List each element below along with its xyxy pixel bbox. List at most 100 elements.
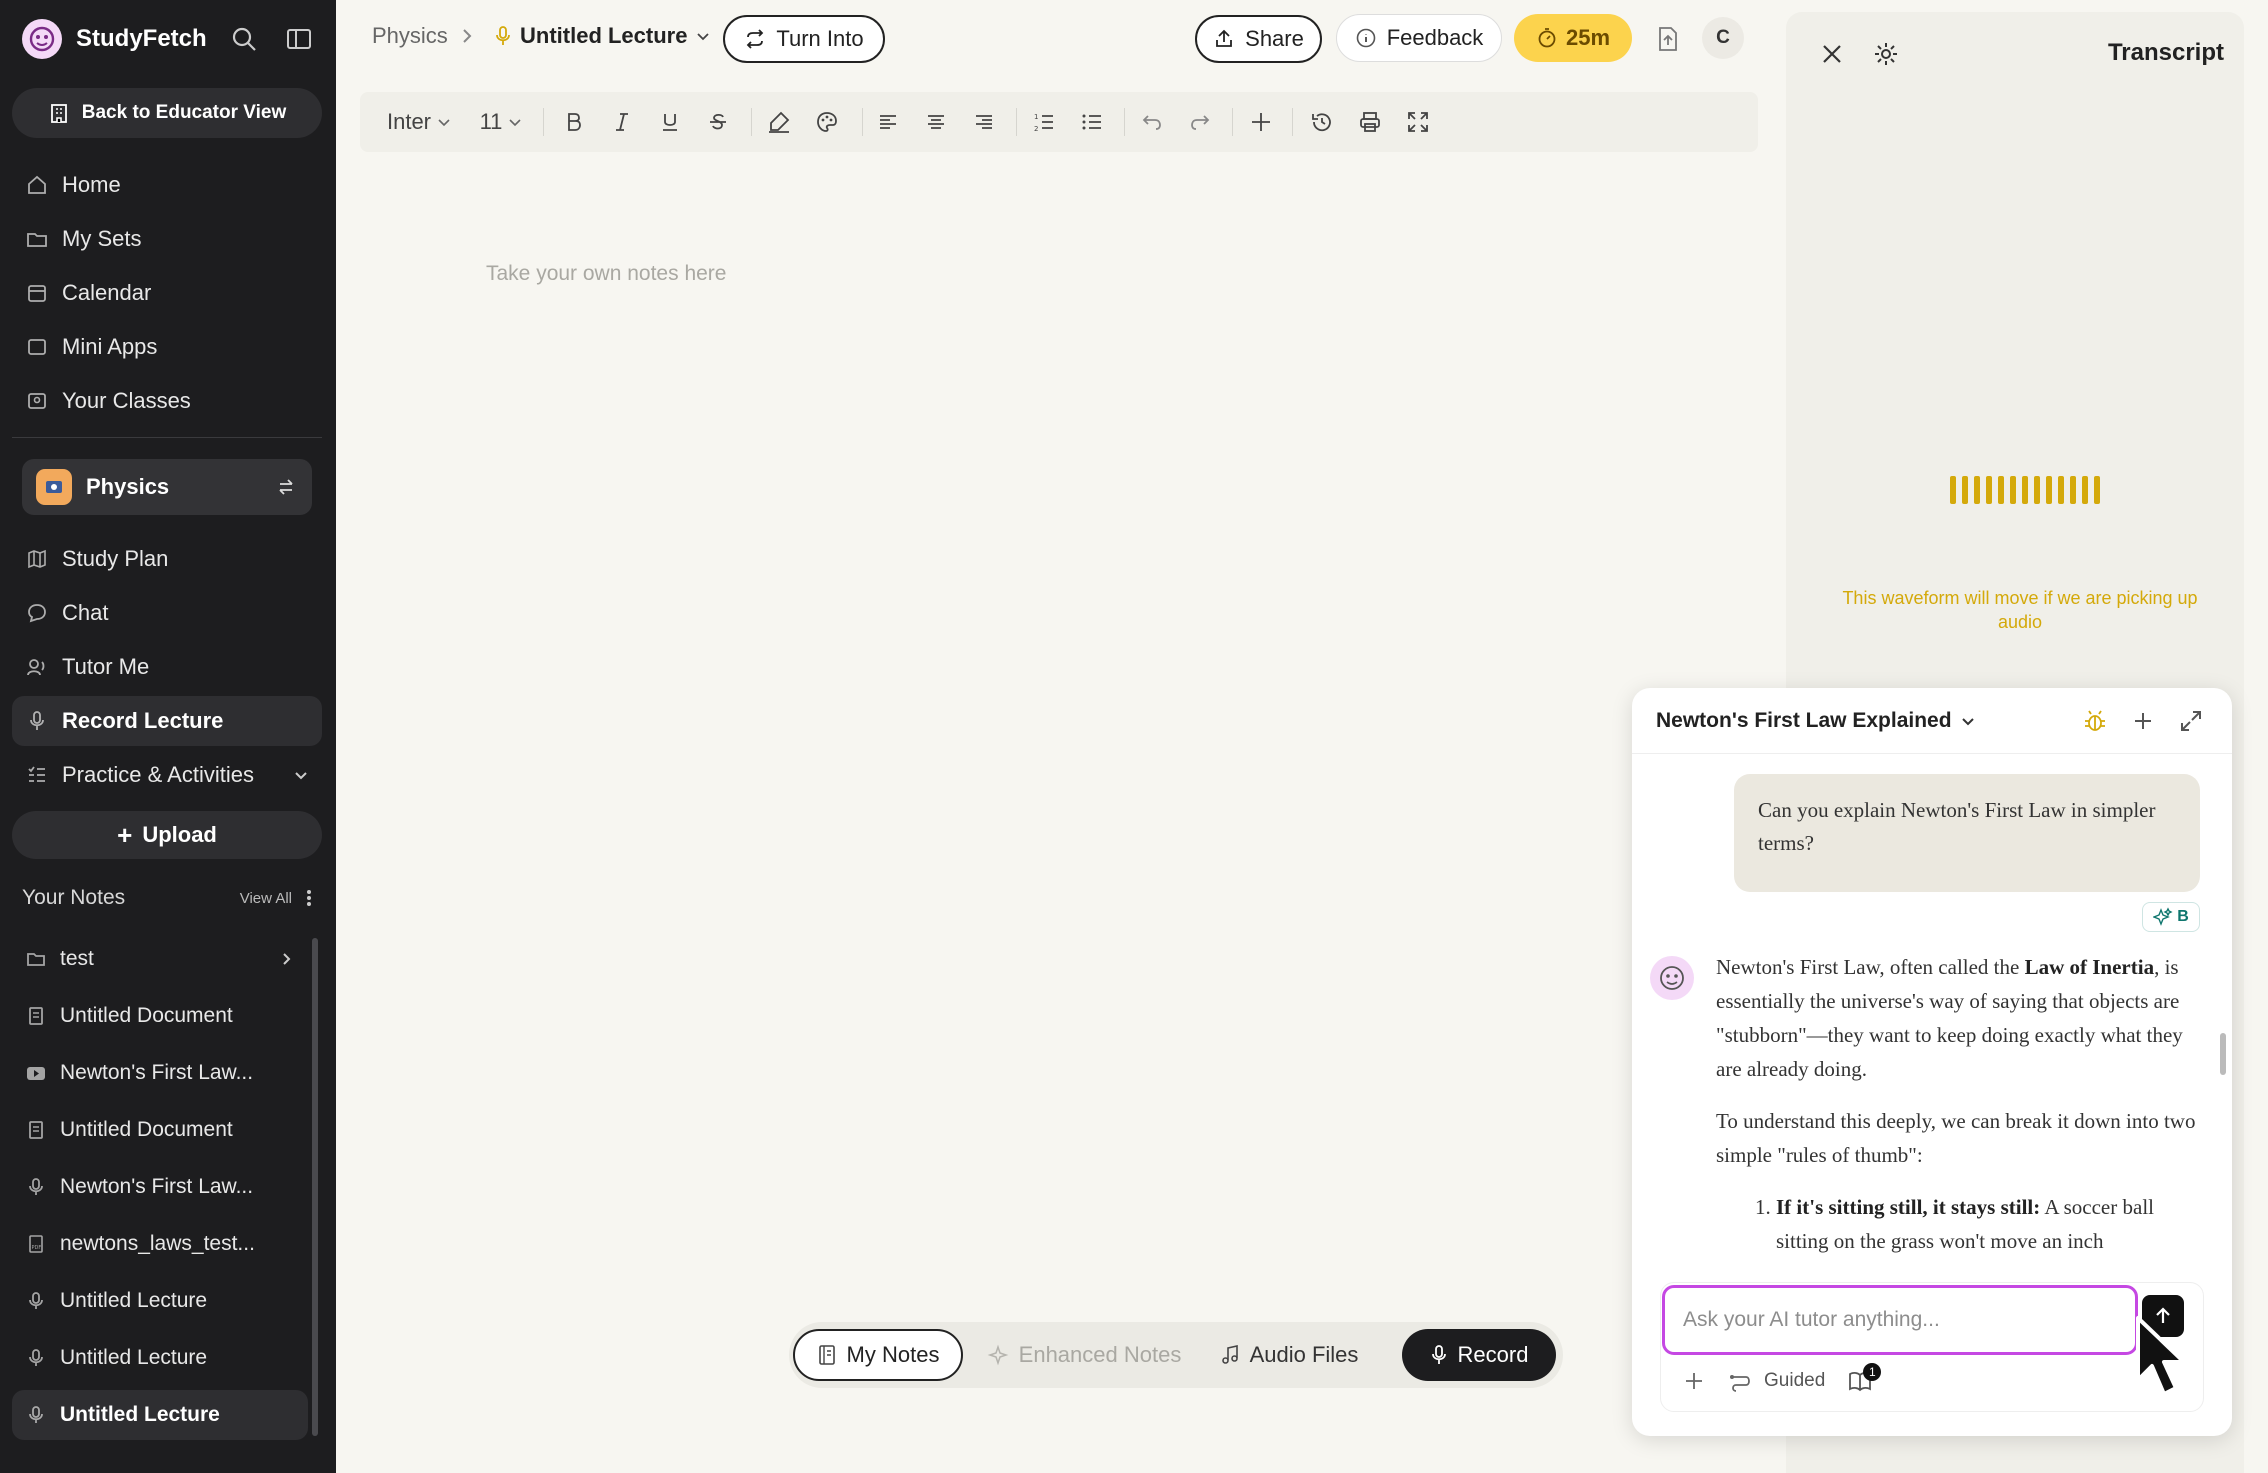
sidebar: StudyFetch Back to Educator View Home My… <box>0 0 336 1473</box>
tab-enhanced-notes-label: Enhanced Notes <box>1018 1342 1182 1367</box>
export-file-icon[interactable] <box>1654 25 1682 53</box>
note-item[interactable]: test <box>12 934 308 984</box>
nav-study-plan-label: Study Plan <box>62 546 169 571</box>
nav-your-classes[interactable]: Your Classes <box>12 376 322 426</box>
more-vertical-icon[interactable] <box>306 888 312 908</box>
nav-study-plan[interactable]: Study Plan <box>12 534 322 584</box>
repeat-icon <box>747 29 764 49</box>
sparkles-icon <box>987 1344 1009 1366</box>
close-icon[interactable] <box>1818 40 1846 68</box>
record-button[interactable]: Record <box>1402 1329 1556 1381</box>
turn-into-button[interactable]: Turn Into <box>723 15 885 63</box>
insert-plus-icon[interactable] <box>1246 107 1276 137</box>
notes-scrollbar-thumb[interactable] <box>312 938 318 1436</box>
chevron-down-icon <box>1961 717 1974 725</box>
feedback-button[interactable]: Feedback <box>1336 14 1502 62</box>
microphone-icon <box>29 1349 43 1366</box>
ai-paragraph: Newton's First Law, often called the Law… <box>1716 955 2183 1081</box>
attach-plus-icon[interactable] <box>1682 1369 1706 1393</box>
stopwatch-icon <box>1538 28 1556 48</box>
microphone-icon <box>29 1406 43 1423</box>
record-label: Record <box>1457 1342 1529 1367</box>
notes-mode-tabs: My Notes Enhanced Notes Audio Files Reco… <box>789 1322 1563 1388</box>
align-center-icon[interactable] <box>921 107 951 137</box>
waveform-note: This waveform will move if we are pickin… <box>1842 588 2198 632</box>
chevron-down-icon <box>697 33 710 41</box>
nav-home[interactable]: Home <box>12 160 322 210</box>
user-avatar[interactable]: C <box>1702 17 1744 59</box>
nav-my-sets[interactable]: My Sets <box>12 214 322 264</box>
history-icon[interactable] <box>1307 107 1337 137</box>
chevron-down-icon <box>509 119 521 127</box>
brand[interactable]: StudyFetch <box>22 19 207 59</box>
nav-calendar[interactable]: Calendar <box>12 268 322 318</box>
nav-chat-label: Chat <box>62 600 109 625</box>
back-to-educator-button[interactable]: Back to Educator View <box>12 88 322 138</box>
ai-tutor-input[interactable] <box>1662 1285 2138 1355</box>
timer-button[interactable]: 25m <box>1514 14 1632 62</box>
notes-context-button[interactable]: 1 <box>1847 1363 1882 1393</box>
route-icon <box>1730 1375 1750 1392</box>
tab-audio-files[interactable]: Audio Files <box>1203 1329 1375 1381</box>
nav-practice-activities[interactable]: Practice & Activities <box>12 750 322 800</box>
tab-my-notes[interactable]: My Notes <box>793 1329 963 1381</box>
expand-icon[interactable] <box>2178 708 2204 734</box>
font-family-select[interactable]: Inter <box>382 107 456 137</box>
microphone-icon <box>29 1178 43 1195</box>
palette-icon[interactable] <box>812 107 842 137</box>
breadcrumb-class[interactable]: Physics <box>372 23 448 49</box>
share-button[interactable]: Share <box>1195 15 1322 63</box>
brand-name: StudyFetch <box>76 25 207 52</box>
note-item[interactable]: Newton's First Law... <box>12 1162 308 1212</box>
lecture-title-dropdown[interactable]: Untitled Lecture <box>494 23 711 49</box>
tab-enhanced-notes[interactable]: Enhanced Notes <box>979 1329 1189 1381</box>
chat-scrollbar-thumb[interactable] <box>2220 1033 2226 1075</box>
nav-tutor-me[interactable]: Tutor Me <box>12 642 322 692</box>
font-size-select[interactable]: 11 <box>478 107 524 137</box>
note-item[interactable]: Untitled Document <box>12 1105 308 1155</box>
bullet-list-icon[interactable] <box>1077 107 1107 137</box>
highlighter-icon[interactable] <box>764 107 794 137</box>
upload-button[interactable]: + Upload <box>12 811 322 859</box>
note-item-active[interactable]: Untitled Lecture <box>12 1390 308 1440</box>
note-item[interactable]: Untitled Lecture <box>12 1333 308 1383</box>
class-switcher[interactable]: Physics <box>22 459 312 515</box>
nav-chat[interactable]: Chat <box>12 588 322 638</box>
guided-mode-toggle[interactable]: Guided <box>1728 1369 1825 1393</box>
ordered-list-icon[interactable]: 12 <box>1029 107 1059 137</box>
nav-record-lecture[interactable]: Record Lecture <box>12 696 322 746</box>
ai-paragraph: To understand this deeply, we can break … <box>1716 1109 2196 1167</box>
search-icon[interactable] <box>230 25 258 53</box>
fullscreen-icon[interactable] <box>1403 107 1433 137</box>
note-item[interactable]: Untitled Document <box>12 991 308 1041</box>
redo-icon[interactable] <box>1185 107 1215 137</box>
tutor-icon <box>27 659 45 676</box>
undo-icon[interactable] <box>1137 107 1167 137</box>
print-icon[interactable] <box>1355 107 1385 137</box>
svg-text:2: 2 <box>1034 125 1038 133</box>
note-item[interactable]: PDF newtons_laws_test... <box>12 1219 308 1269</box>
font-size-value: 11 <box>479 109 503 134</box>
align-left-icon[interactable] <box>873 107 903 137</box>
bold-icon[interactable] <box>559 107 589 137</box>
gear-icon[interactable] <box>1872 40 1900 68</box>
nav-mini-apps[interactable]: Mini Apps <box>12 322 322 372</box>
home-icon <box>28 175 46 194</box>
new-chat-plus-icon[interactable] <box>2130 708 2156 734</box>
microphone-icon <box>1431 1345 1446 1364</box>
bug-icon[interactable] <box>2082 708 2108 734</box>
ai-list: If it's sitting still, it stays still: A… <box>1776 1190 2206 1258</box>
note-item[interactable]: Untitled Lecture <box>12 1276 308 1326</box>
underline-icon[interactable] <box>655 107 685 137</box>
strikethrough-icon[interactable] <box>703 107 733 137</box>
chat-title-dropdown[interactable]: Newton's First Law Explained <box>1656 709 1976 733</box>
view-all-link[interactable]: View All <box>240 890 292 907</box>
sidebar-toggle-icon[interactable] <box>285 25 313 53</box>
breadcrumb: Physics <box>372 23 478 49</box>
align-right-icon[interactable] <box>969 107 999 137</box>
your-notes-title: Your Notes <box>22 886 126 909</box>
note-item[interactable]: Newton's First Law... <box>12 1048 308 1098</box>
model-badge[interactable]: B <box>2142 902 2200 932</box>
italic-icon[interactable] <box>607 107 637 137</box>
notes-editor-placeholder[interactable]: Take your own notes here <box>486 262 726 286</box>
